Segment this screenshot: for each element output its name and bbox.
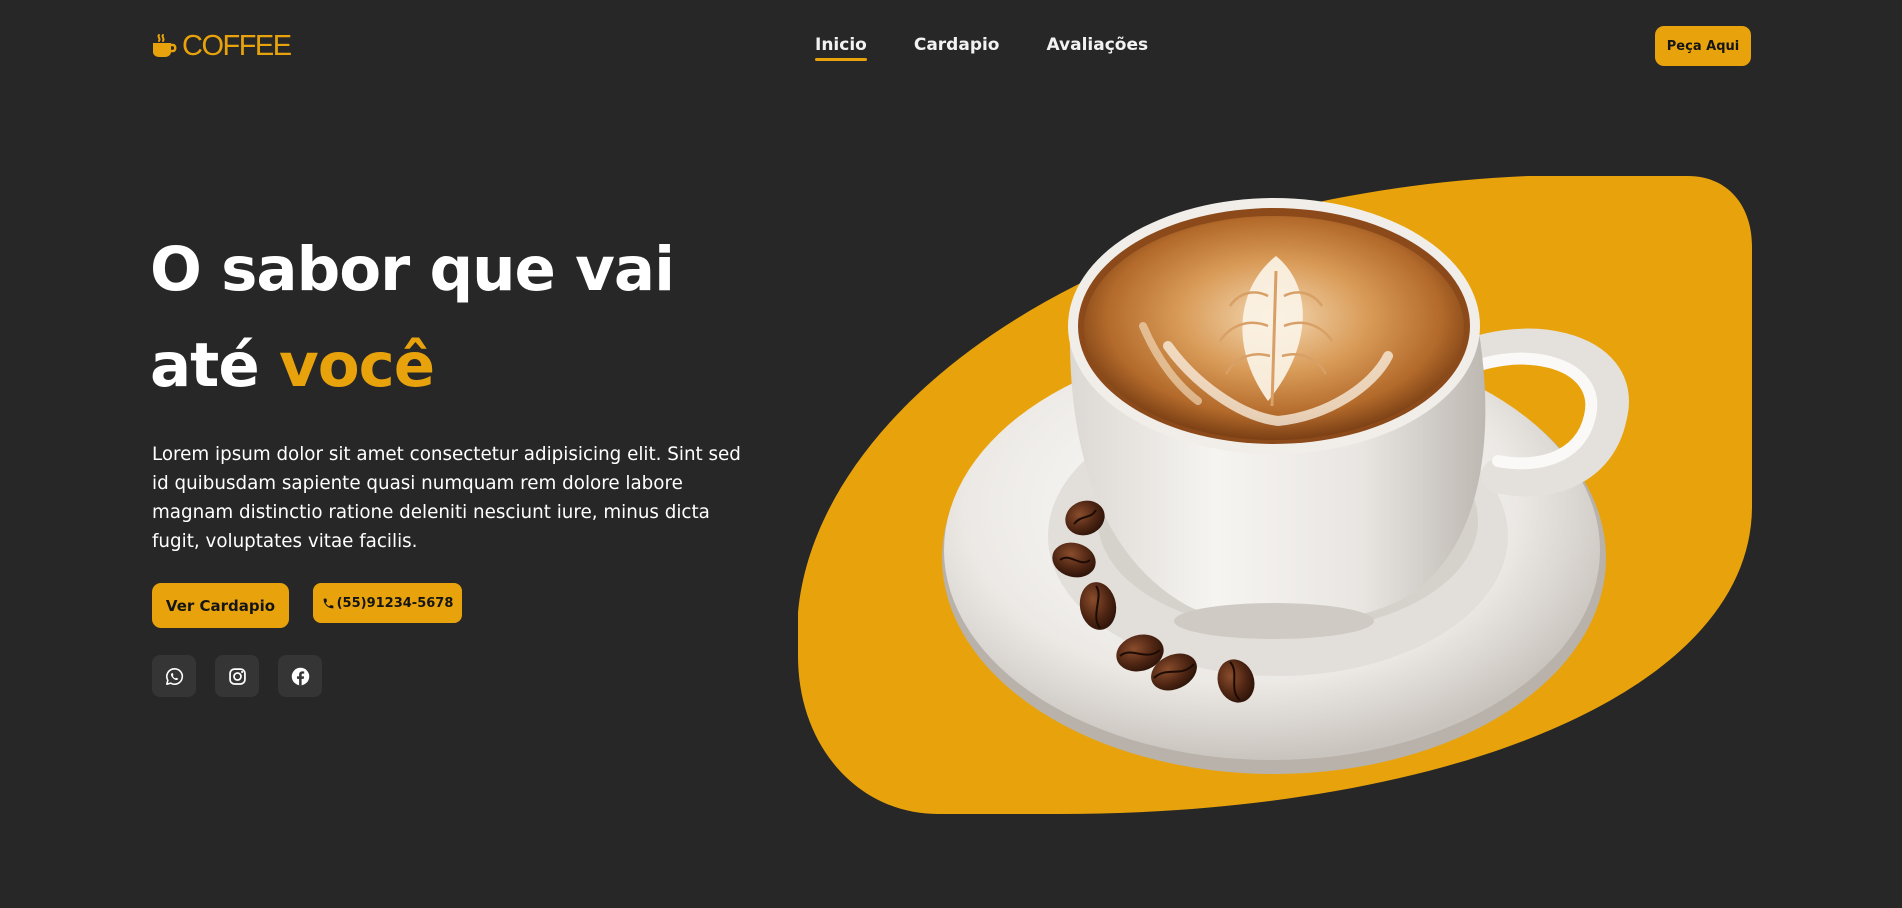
hero-title-line1: O sabor que vai (150, 234, 675, 305)
order-button[interactable]: Peça Aqui (1655, 26, 1751, 66)
whatsapp-icon (165, 667, 183, 685)
phone-button[interactable]: (55)91234-5678 (313, 583, 462, 623)
hero-title-line2-prefix: até (150, 330, 279, 401)
phone-icon (323, 598, 333, 608)
hero-description: Lorem ipsum dolor sit amet consectetur a… (152, 444, 741, 552)
coffee-illustration (798, 176, 1752, 814)
coffee-cup-icon (153, 34, 177, 57)
nav-link-avaliacoes[interactable]: Avaliações (1047, 34, 1149, 56)
facebook-button[interactable] (278, 655, 322, 697)
phone-number: (55)91234-5678 (336, 595, 454, 611)
nav-link-cardapio[interactable]: Cardapio (914, 34, 1000, 56)
main-nav: Inicio Cardapio Avaliações (815, 34, 1149, 61)
nav-link-inicio[interactable]: Inicio (815, 34, 867, 61)
hero-image (798, 176, 1752, 814)
instagram-button[interactable] (215, 655, 259, 697)
facebook-icon (291, 667, 309, 685)
page: COFFEE Inicio Cardapio Avaliações Peça A… (0, 0, 1902, 908)
whatsapp-button[interactable] (152, 655, 196, 697)
hero-title-accent: você (278, 330, 435, 401)
logo[interactable]: COFFEE (152, 29, 292, 62)
social-links (152, 655, 322, 697)
hero-title: O sabor que vai até você (150, 222, 790, 414)
view-menu-button[interactable]: Ver Cardapio (152, 583, 289, 628)
logo-text: COFFEE (182, 29, 292, 62)
instagram-icon (228, 667, 246, 685)
site-header: COFFEE Inicio Cardapio Avaliações Peça A… (0, 0, 1902, 92)
